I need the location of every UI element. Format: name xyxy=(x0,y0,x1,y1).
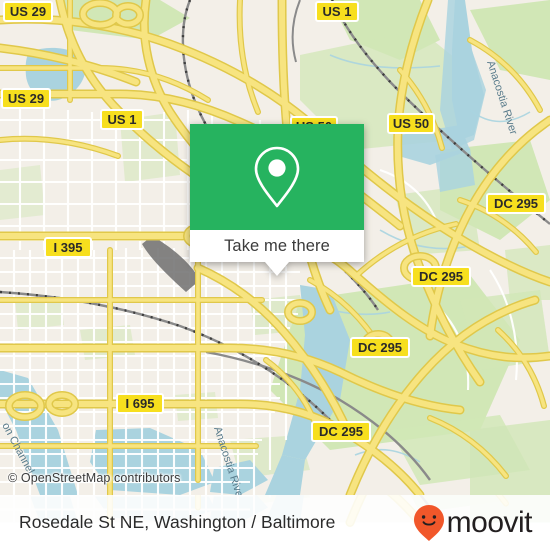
highway-shield: DC 295 xyxy=(350,337,410,358)
svg-text:US 50: US 50 xyxy=(393,116,429,131)
highway-shield: US 29 xyxy=(1,88,51,109)
osm-attribution: © OpenStreetMap contributors xyxy=(8,471,181,485)
highway-shield: DC 295 xyxy=(411,266,471,287)
svg-text:US 29: US 29 xyxy=(10,4,46,19)
highway-shield: DC 295 xyxy=(486,193,546,214)
svg-text:US 1: US 1 xyxy=(323,4,352,19)
svg-text:US 29: US 29 xyxy=(8,91,44,106)
svg-text:DC 295: DC 295 xyxy=(494,196,538,211)
highway-shield: DC 295 xyxy=(311,421,371,442)
highway-shield: US 1 xyxy=(100,109,144,130)
popup-pointer-tail xyxy=(265,262,289,276)
highway-shield: US 1 xyxy=(315,1,359,22)
popup-pin-area xyxy=(190,124,364,230)
moovit-logo: moovit xyxy=(413,504,533,542)
footer-bar: Rosedale St NE, Washington / Baltimore m… xyxy=(0,495,550,550)
highway-shield: I 695 xyxy=(116,393,164,414)
screenshot-root: Anacostia River Anacostia River on Chann… xyxy=(0,0,550,550)
svg-text:US 1: US 1 xyxy=(108,112,137,127)
svg-text:DC 295: DC 295 xyxy=(358,340,402,355)
map-pin-icon xyxy=(254,146,300,208)
highway-shield: US 29 xyxy=(3,1,53,22)
location-popup-card[interactable]: Take me there xyxy=(190,124,364,276)
place-name-label: Rosedale St NE, Washington / Baltimore xyxy=(19,512,336,532)
highway-shield: US 50 xyxy=(387,113,435,134)
moovit-pin-smiley-icon xyxy=(413,504,444,541)
highway-shield: I 395 xyxy=(44,237,92,258)
take-me-there-button[interactable]: Take me there xyxy=(190,230,364,276)
svg-text:DC 295: DC 295 xyxy=(419,269,463,284)
svg-text:I 695: I 695 xyxy=(126,396,155,411)
take-me-there-label: Take me there xyxy=(224,236,330,255)
svg-text:I 395: I 395 xyxy=(54,240,83,255)
moovit-wordmark: moovit xyxy=(446,505,533,539)
svg-text:DC 295: DC 295 xyxy=(319,424,363,439)
